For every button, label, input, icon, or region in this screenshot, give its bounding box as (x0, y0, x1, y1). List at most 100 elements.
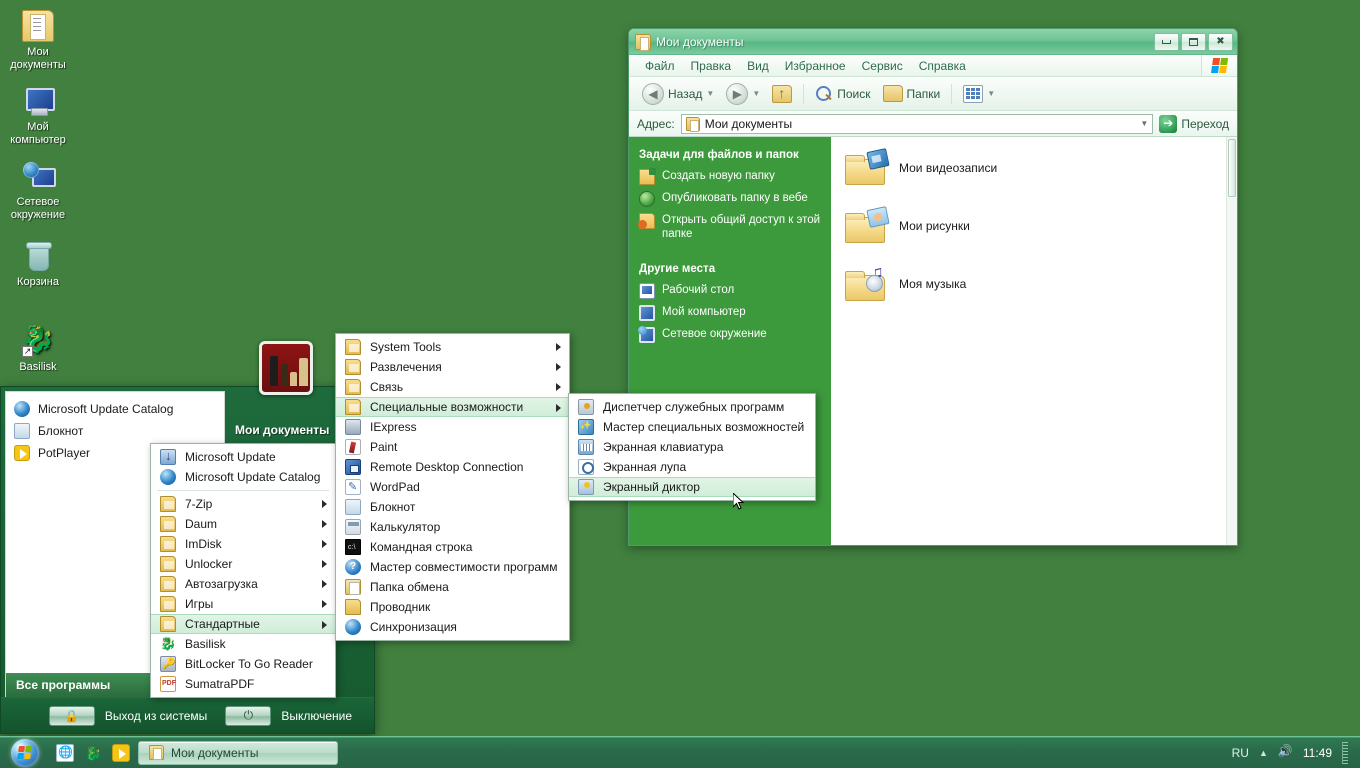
accessory-item-synchronize[interactable]: Синхронизация (336, 617, 569, 637)
folders-button[interactable]: Папки (878, 83, 946, 104)
desktop-icon-basilisk[interactable]: ↗ Basilisk (0, 325, 76, 374)
volume-icon[interactable] (1278, 744, 1293, 760)
potplayer-icon[interactable] (112, 743, 130, 762)
menu-edit[interactable]: Правка (683, 57, 740, 75)
menu-file[interactable]: Файл (637, 57, 683, 75)
accessory-item-wordpad[interactable]: WordPad (336, 477, 569, 497)
task-share-folder[interactable]: Открыть общий доступ к этой папке (638, 213, 821, 241)
basilisk-icon[interactable] (84, 744, 102, 763)
program-label: Microsoft Update Catalog (185, 470, 321, 484)
program-item-basilisk[interactable]: Basilisk (151, 634, 335, 654)
accessory-item-notepad[interactable]: Блокнот (336, 497, 569, 517)
window-titlebar[interactable]: Мои документы ✖ (629, 29, 1237, 55)
desktop-icon-my-documents[interactable]: Мои документы (0, 10, 76, 72)
accessory-item-remote-desktop[interactable]: Remote Desktop Connection (336, 457, 569, 477)
place-desktop[interactable]: Рабочий стол (639, 283, 821, 299)
system-tray[interactable]: RU ▲ 11:49 (1232, 741, 1360, 764)
program-item-games[interactable]: Игры (151, 594, 335, 614)
address-bar[interactable]: Адрес: Мои документы ▼ ➔ Переход (629, 111, 1237, 137)
taskbar[interactable]: Мои документы RU ▲ 11:49 (0, 736, 1360, 768)
program-item-microsoft-update-catalog[interactable]: Microsoft Update Catalog (151, 467, 335, 487)
chevron-down-icon[interactable]: ▼ (987, 89, 995, 98)
accessory-item-system-tools[interactable]: System Tools (336, 337, 569, 357)
maximize-button[interactable] (1181, 32, 1206, 51)
menu-bar[interactable]: Файл Правка Вид Избранное Сервис Справка (629, 55, 1237, 77)
program-item-unlocker[interactable]: Unlocker (151, 554, 335, 574)
accessory-item-communications[interactable]: Связь (336, 377, 569, 397)
accessories-menu[interactable]: System Tools Развлечения Связь Специальн… (335, 333, 570, 641)
taskbar-button-my-documents[interactable]: Мои документы (138, 740, 338, 765)
program-item-startup[interactable]: Автозагрузка (151, 574, 335, 594)
chevron-down-icon[interactable]: ▼ (1140, 119, 1148, 128)
accessibility-item-wizard[interactable]: Мастер специальных возможностей (569, 417, 815, 437)
start-item-microsoft-update-catalog[interactable]: Microsoft Update Catalog (6, 398, 224, 420)
scrollbar-thumb[interactable] (1228, 139, 1236, 197)
quick-launch-bar[interactable] (48, 743, 138, 763)
accessory-item-iexpress[interactable]: IExpress (336, 417, 569, 437)
start-orb-button[interactable] (2, 738, 48, 768)
file-item-my-videos[interactable]: Мои видеозаписи (845, 148, 1227, 185)
place-network[interactable]: Сетевое окружение (638, 326, 821, 343)
views-button[interactable]: ▼ (958, 83, 1000, 105)
program-label: ImDisk (185, 537, 222, 551)
accessory-item-command-prompt[interactable]: Командная строка (336, 537, 569, 557)
desktop-icon-label: Корзина (17, 276, 59, 288)
menu-favorites[interactable]: Избранное (777, 57, 854, 75)
all-programs-menu[interactable]: Microsoft Update Microsoft Update Catalo… (150, 443, 336, 698)
accessory-item-calculator[interactable]: Калькулятор (336, 517, 569, 537)
file-item-my-music[interactable]: Моя музыка (845, 262, 1227, 301)
accessory-item-entertainment[interactable]: Развлечения (336, 357, 569, 377)
desktop[interactable]: Мои документы Мой компьютер Сетевое окру… (0, 0, 1360, 768)
accessibility-item-on-screen-keyboard[interactable]: Экранная клавиатура (569, 437, 815, 457)
go-button[interactable]: ➔ Переход (1159, 114, 1233, 133)
chevron-down-icon[interactable]: ▼ (752, 89, 760, 98)
desktop-icon-recycle-bin[interactable]: Корзина (0, 240, 76, 289)
close-button[interactable]: ✖ (1208, 32, 1233, 51)
desktop-icon-network-places[interactable]: Сетевое окружение (0, 160, 76, 222)
program-item-accessories[interactable]: Стандартные (151, 614, 335, 634)
program-item-daum[interactable]: Daum (151, 514, 335, 534)
file-item-my-pictures[interactable]: Мои рисунки (845, 206, 1227, 243)
accessory-item-explorer[interactable]: Проводник (336, 597, 569, 617)
task-publish-web[interactable]: Опубликовать папку в вебе (639, 191, 821, 207)
start-item-notepad[interactable]: Блокнот (6, 420, 224, 442)
vertical-scrollbar[interactable] (1226, 137, 1237, 545)
internet-explorer-icon[interactable] (56, 743, 74, 762)
accessibility-item-narrator[interactable]: Экранный диктор (569, 477, 815, 497)
accessory-item-paint[interactable]: Paint (336, 437, 569, 457)
logoff-button[interactable]: 🔒 (48, 705, 95, 726)
taskbar-resize-grip[interactable] (1342, 741, 1348, 764)
toolbar[interactable]: ◀ Назад ▼ ▶ ▼ Поиск Папки (629, 77, 1237, 111)
program-item-microsoft-update[interactable]: Microsoft Update (151, 447, 335, 467)
up-button[interactable] (767, 83, 797, 105)
program-item-sumatrapdf[interactable]: SumatraPDF (151, 674, 335, 694)
user-avatar[interactable] (259, 341, 313, 395)
accessibility-item-magnifier[interactable]: Экранная лупа (569, 457, 815, 477)
accessibility-item-utility-manager[interactable]: Диспетчер служебных программ (569, 397, 815, 417)
address-input[interactable]: Мои документы ▼ (680, 113, 1154, 134)
menu-help[interactable]: Справка (911, 57, 974, 75)
accessibility-label: Экранный диктор (603, 480, 700, 494)
minimize-button[interactable] (1154, 32, 1179, 51)
search-button[interactable]: Поиск (810, 83, 875, 105)
shutdown-button[interactable]: ⏻ (225, 705, 272, 726)
program-item-bitlocker[interactable]: BitLocker To Go Reader (151, 654, 335, 674)
clock[interactable]: 11:49 (1303, 746, 1332, 760)
desktop-icon-my-computer[interactable]: Мой компьютер (0, 85, 76, 147)
place-my-computer[interactable]: Мой компьютер (639, 305, 821, 321)
program-item-imdisk[interactable]: ImDisk (151, 534, 335, 554)
show-hidden-icons-button[interactable]: ▲ (1259, 748, 1268, 758)
accessory-item-program-compatibility[interactable]: Мастер совместимости программ (336, 557, 569, 577)
back-button[interactable]: ◀ Назад ▼ (637, 81, 719, 107)
chevron-down-icon[interactable]: ▼ (706, 89, 714, 98)
accessory-item-clipbook[interactable]: Папка обмена (336, 577, 569, 597)
file-list-pane[interactable]: Мои видеозаписи Мои рисунки Моя музыка (831, 137, 1237, 545)
menu-tools[interactable]: Сервис (854, 57, 911, 75)
menu-view[interactable]: Вид (739, 57, 777, 75)
program-item-7zip[interactable]: 7-Zip (151, 494, 335, 514)
task-new-folder[interactable]: Создать новую папку (639, 168, 821, 185)
accessibility-menu[interactable]: Диспетчер служебных программ Мастер спец… (568, 393, 816, 501)
forward-button[interactable]: ▶ ▼ (721, 81, 765, 107)
accessory-item-accessibility[interactable]: Специальные возможности (336, 397, 569, 417)
language-indicator[interactable]: RU (1232, 746, 1249, 760)
